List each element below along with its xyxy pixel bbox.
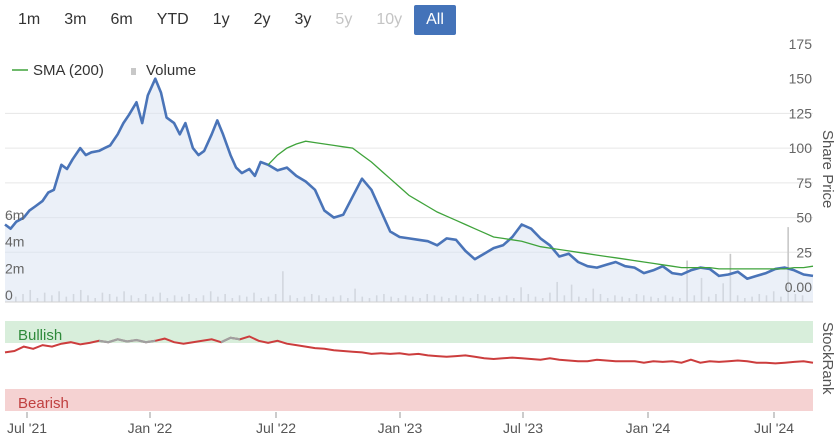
price-tick-label: 25 <box>796 244 812 260</box>
volume-tick-label: 4m <box>5 234 24 250</box>
legend-volume-label[interactable]: Volume <box>146 62 196 79</box>
price-tick-label: 100 <box>789 140 813 156</box>
x-tick-label: Jan '22 <box>128 420 173 436</box>
x-tick-label: Jul '23 <box>503 420 543 436</box>
x-tick-label: Jan '23 <box>378 420 423 436</box>
price-tick-label: 150 <box>789 71 813 87</box>
price-tick-label: 50 <box>796 210 812 226</box>
x-axis-ticks: Jul '21 Jan '22 Jul '22 Jan '23 Jul '23 Jan '… <box>7 412 794 436</box>
bearish-band <box>5 389 813 411</box>
x-tick-label: Jan '24 <box>626 420 671 436</box>
stockrank-axis-title: StockRank <box>819 322 836 395</box>
volume-tick-label: 0 <box>5 287 13 303</box>
price-tick-label: 175 <box>789 36 813 52</box>
price-tick-label: 0.00 <box>785 279 812 295</box>
bullish-label: Bullish <box>18 327 62 344</box>
price-tick-label: 125 <box>789 105 813 121</box>
x-tick-label: Jul '21 <box>7 420 47 436</box>
volume-tick-label: 6m <box>5 207 24 223</box>
stock-chart: SMA (200) Volume 1751501251007550250.00 … <box>4 36 836 436</box>
price-axis-title: Share Price <box>819 130 836 208</box>
legend-sma-label[interactable]: SMA (200) <box>33 62 104 79</box>
price-tick-label: 75 <box>796 175 812 191</box>
volume-tick-label: 2m <box>5 260 24 276</box>
x-tick-label: Jul '24 <box>754 420 794 436</box>
x-tick-label: Jul '22 <box>256 420 296 436</box>
bearish-label: Bearish <box>18 395 69 412</box>
bullish-band <box>5 321 813 343</box>
legend: SMA (200) Volume <box>12 62 196 79</box>
legend-volume-swatch <box>131 68 136 75</box>
